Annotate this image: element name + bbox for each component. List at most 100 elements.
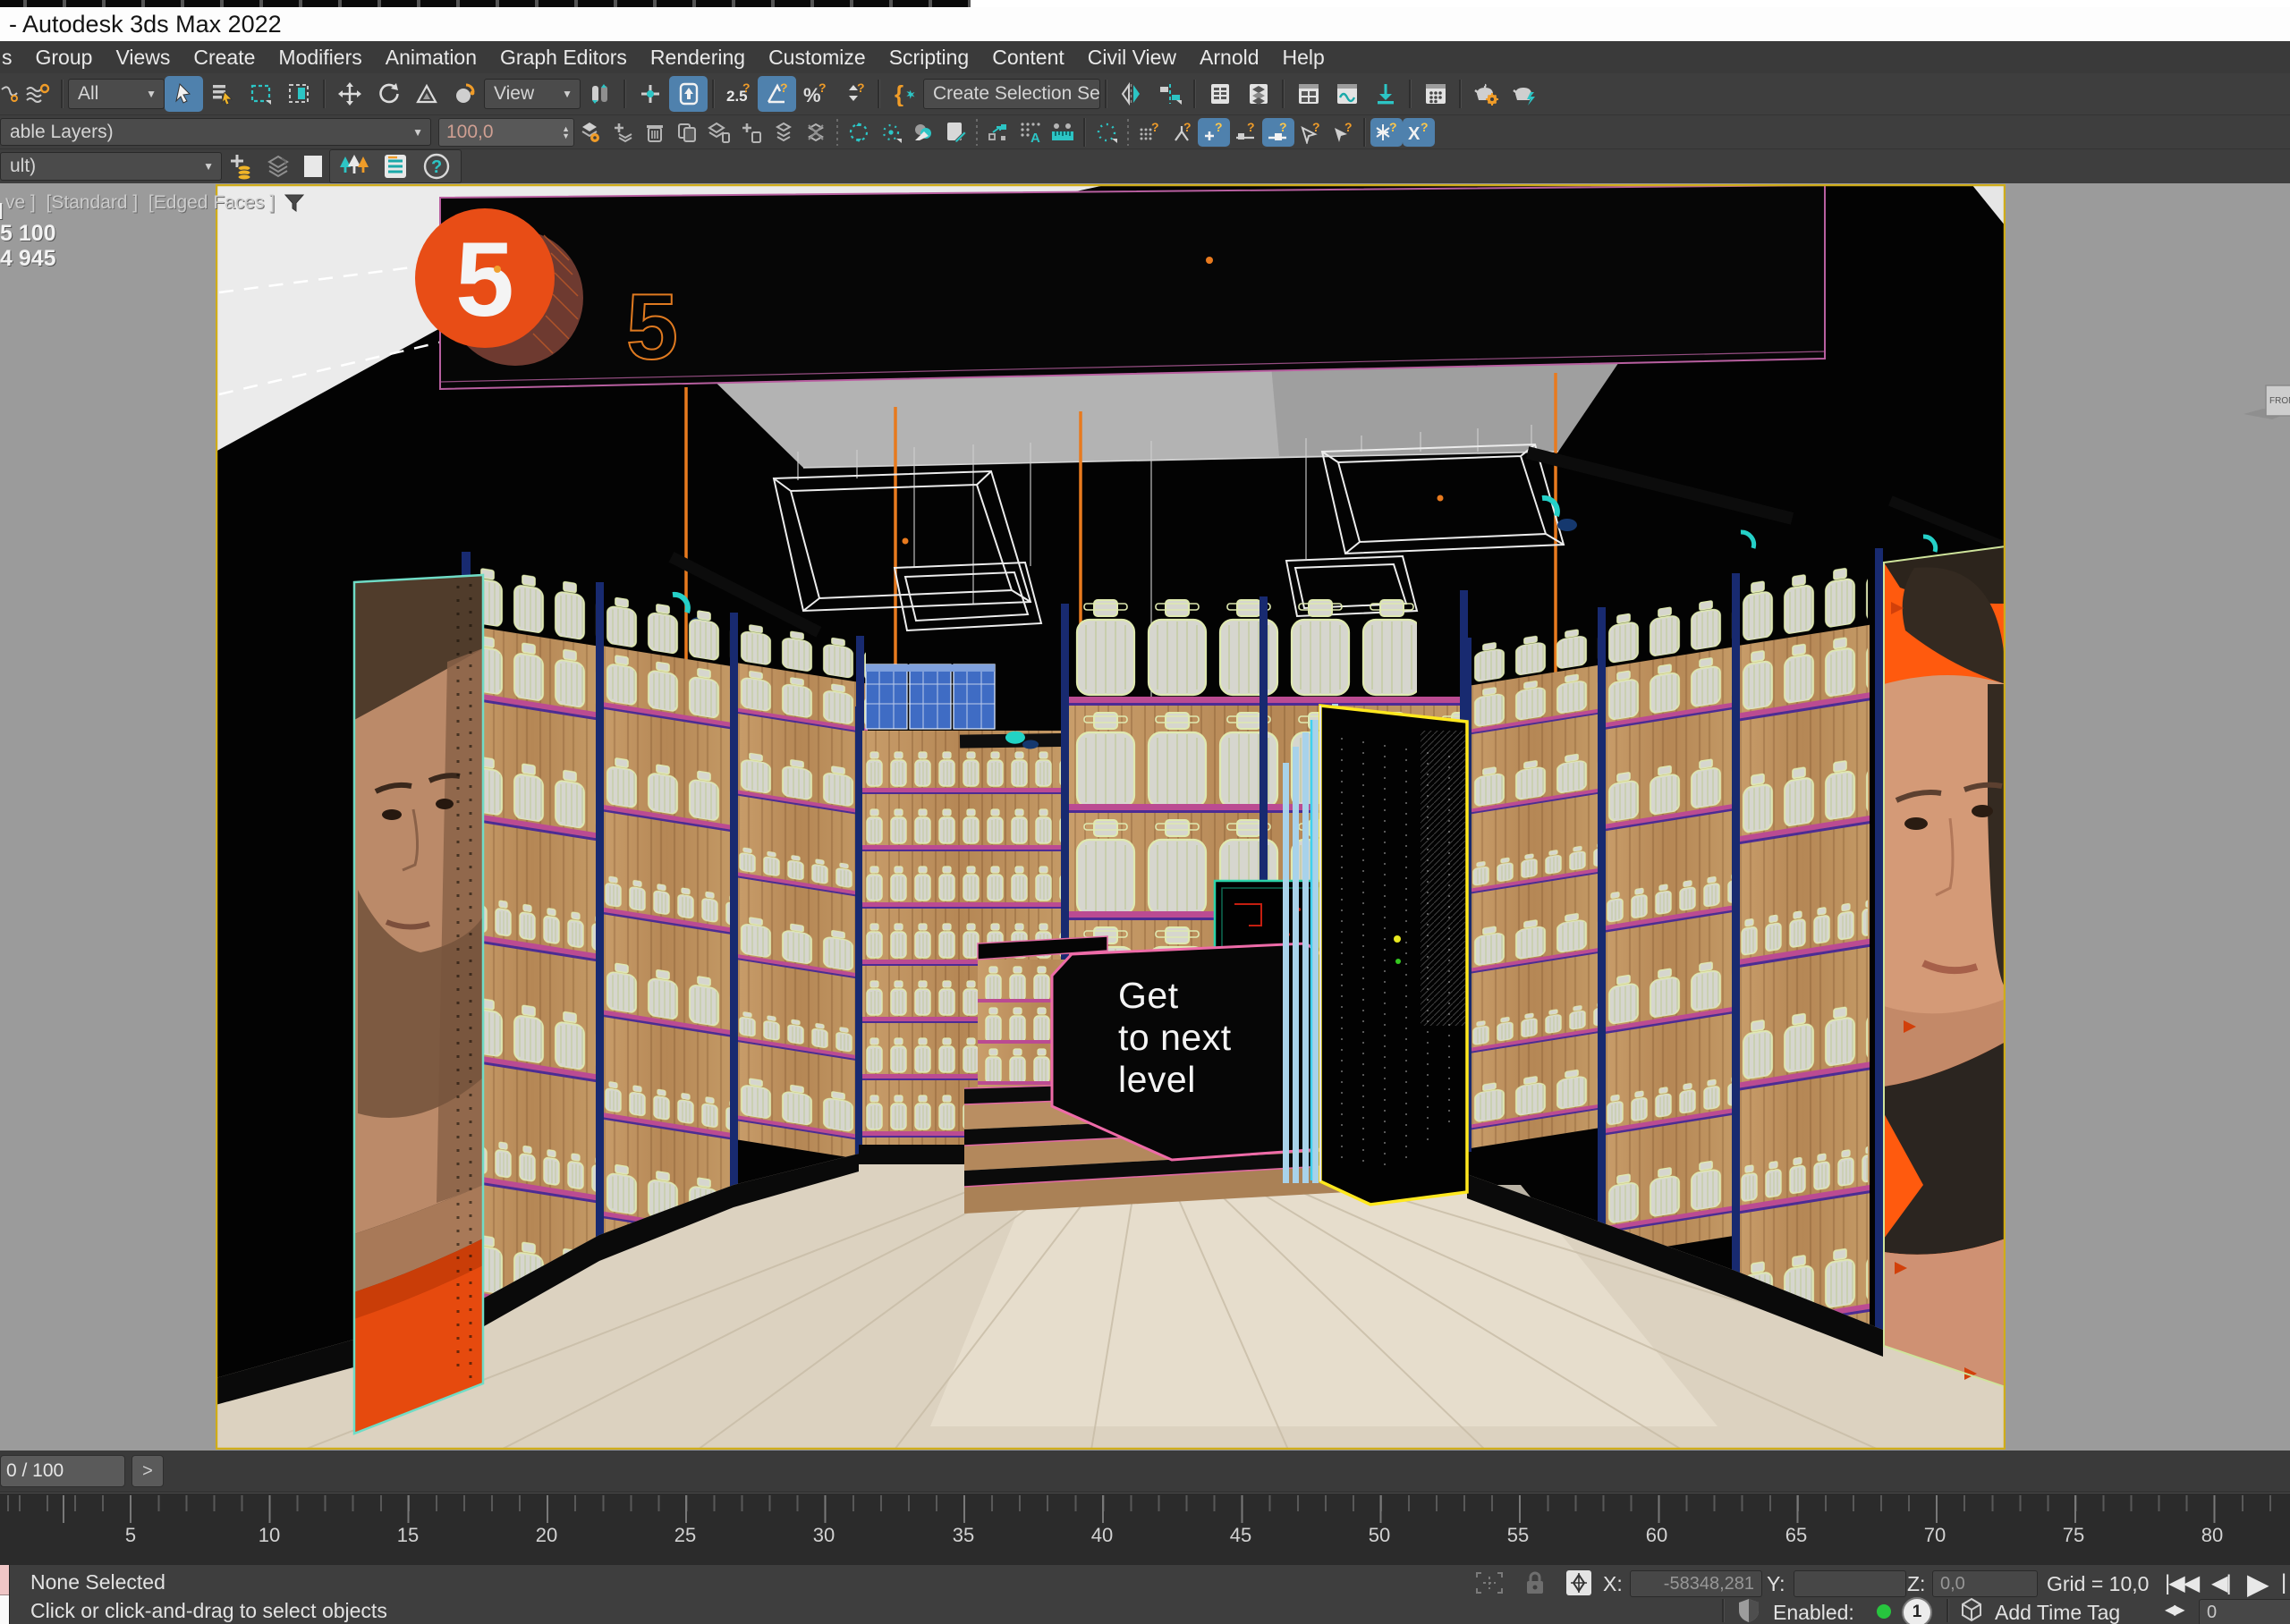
grid-a-button[interactable]: A (1014, 118, 1047, 147)
edit-named-selection-sets-button[interactable]: { (885, 76, 923, 112)
viewport[interactable]: 5 5 (0, 183, 2290, 1451)
next-frame-nudge-button[interactable]: > (131, 1455, 164, 1487)
keyboard-shortcut-override-toggle[interactable] (669, 76, 708, 112)
snap-slider-button[interactable]: ? (1230, 118, 1262, 147)
menu-item-create[interactable]: Create (182, 41, 267, 73)
viewport-label[interactable]: ve ] [Standard ] [Edged Faces ] (5, 192, 305, 214)
menu-item-rendering[interactable]: Rendering (639, 41, 757, 73)
menu-item-graph-editors[interactable]: Graph Editors (488, 41, 639, 73)
isolate-selection-button[interactable] (843, 118, 875, 147)
logo-5-wireframe[interactable]: 5 (626, 275, 678, 379)
poster-man[interactable] (354, 575, 483, 1434)
forest-tool-button[interactable] (335, 152, 373, 181)
viewport-scene[interactable]: 5 5 (0, 183, 2290, 1451)
material-editor-button[interactable] (1416, 76, 1455, 112)
layer-explorer-toggle[interactable] (1239, 76, 1277, 112)
bind-to-spacewarp-button[interactable] (18, 76, 56, 112)
select-and-move-button[interactable] (330, 76, 369, 112)
snap-grid-button[interactable]: ? (1133, 118, 1166, 147)
scene-explorer-toggle[interactable] (1200, 76, 1239, 112)
x-field[interactable]: -58348,281 (1630, 1570, 1762, 1597)
menu-item-arnold[interactable]: Arnold (1188, 41, 1270, 73)
menu-item-help[interactable]: Help (1271, 41, 1336, 73)
menu-item-customize[interactable]: Customize (757, 41, 878, 73)
help-button[interactable]: ? (418, 152, 455, 181)
menu-item-content[interactable]: Content (980, 41, 1076, 73)
stack-up-button[interactable] (768, 118, 800, 147)
schematic-view-button[interactable] (1327, 76, 1366, 112)
link-button[interactable] (0, 76, 18, 112)
percent-snap-toggle[interactable]: %? (796, 76, 835, 112)
spinner-arrows-icon[interactable]: ▲▼ (558, 125, 573, 140)
preset-dropdown[interactable]: ult) ▼ (0, 152, 222, 181)
menu-item-civil-view[interactable]: Civil View (1076, 41, 1188, 73)
selected-panel[interactable] (1320, 706, 1467, 1205)
align-button[interactable] (1150, 76, 1189, 112)
select-and-rotate-button[interactable] (369, 76, 407, 112)
new-layer-button[interactable] (574, 118, 606, 147)
menu-item-modifiers[interactable]: Modifiers (267, 41, 373, 73)
add-coins-button[interactable] (222, 152, 259, 181)
weight-field[interactable]: 100,0 ▲▼ (438, 118, 574, 147)
named-selection-set-dropdown[interactable]: Create Selection Set ▼ (923, 79, 1100, 109)
timeline-ruler[interactable]: 5 10 15 20 25 30 35 40 45 50 55 60 65 70… (0, 1493, 2290, 1564)
frame-number-field[interactable]: 0 (2199, 1599, 2290, 1624)
snap-axis-x-toggle[interactable]: X? (1403, 118, 1435, 147)
clear-selection-button[interactable] (907, 118, 939, 147)
snap-stand-button[interactable]: ? (1166, 118, 1198, 147)
snaps-toggle-25-button[interactable]: 2.5? (719, 76, 758, 112)
dashed-circle-button[interactable] (1090, 118, 1123, 147)
rectangular-selection-region-button[interactable] (242, 76, 280, 112)
swap-squares-button[interactable] (982, 118, 1014, 147)
select-and-place-button[interactable] (445, 76, 484, 112)
layer-stack-button[interactable] (259, 152, 297, 181)
frame-spinner-arrows[interactable]: ◀▶ (2165, 1601, 2184, 1619)
selection-brackets-button[interactable] (875, 118, 907, 147)
window-crossing-toggle[interactable] (280, 76, 318, 112)
snap-slider-2-toggle[interactable]: ? (1262, 118, 1294, 147)
select-and-manipulate-button[interactable] (631, 76, 669, 112)
snap-arrow-filled-button[interactable]: ? (1327, 118, 1359, 147)
edit-sheet-button[interactable] (939, 118, 971, 147)
play-button[interactable]: ▶ (2247, 1567, 2268, 1601)
snap-arrow-button[interactable]: ? (1294, 118, 1327, 147)
maxscript-mini-listener[interactable] (0, 1565, 10, 1624)
lock-icon[interactable] (1524, 1569, 1546, 1596)
filter-funnel-icon[interactable] (284, 193, 305, 213)
menu-item-group[interactable]: Group (24, 41, 105, 73)
copy-layer-button[interactable] (671, 118, 703, 147)
add-box-button[interactable] (735, 118, 768, 147)
layers-dropdown[interactable]: able Layers) ▼ (0, 118, 431, 146)
render-setup-button[interactable] (1466, 76, 1505, 112)
delete-layer-button[interactable] (639, 118, 671, 147)
selection-region-icon[interactable] (1474, 1570, 1505, 1595)
y-field[interactable] (1794, 1570, 1906, 1597)
spinner-snap-toggle[interactable]: ? (835, 76, 873, 112)
menu-item-tools-partial[interactable]: s (0, 41, 24, 73)
go-to-start-button[interactable]: |◀◀ (2165, 1570, 2198, 1596)
select-by-name-button[interactable] (203, 76, 242, 112)
stack-remove-button[interactable] (800, 118, 832, 147)
poster-woman[interactable] (1884, 546, 2006, 1387)
angle-snap-toggle[interactable]: ? (758, 76, 796, 112)
white-swatch[interactable] (304, 156, 322, 177)
shield-icon[interactable] (1735, 1597, 1762, 1624)
layer-properties-button[interactable] (703, 118, 735, 147)
curve-editor-button[interactable] (1289, 76, 1327, 112)
use-pivot-center-button[interactable] (581, 76, 619, 112)
add-to-layer-button[interactable] (606, 118, 639, 147)
blue-boxes[interactable] (866, 664, 995, 729)
snap-frozen-toggle[interactable]: ? (1370, 118, 1403, 147)
selection-filter-dropdown[interactable]: All ▼ (68, 79, 165, 109)
previous-frame-button[interactable]: ◀| (2211, 1570, 2230, 1596)
mirror-button[interactable] (1112, 76, 1150, 112)
cube-icon[interactable] (1959, 1597, 1984, 1622)
measure-ruler-button[interactable] (1047, 118, 1079, 147)
ribbon-toggle-button[interactable] (1366, 76, 1404, 112)
reference-coordinate-dropdown[interactable]: View ▼ (484, 79, 581, 109)
render-button[interactable] (1505, 76, 1543, 112)
time-slider-handle[interactable]: 0 / 100 (0, 1455, 125, 1487)
menu-item-views[interactable]: Views (104, 41, 182, 73)
enabled-count-badge[interactable]: 1 (1902, 1597, 1932, 1624)
menu-item-animation[interactable]: Animation (374, 41, 488, 73)
